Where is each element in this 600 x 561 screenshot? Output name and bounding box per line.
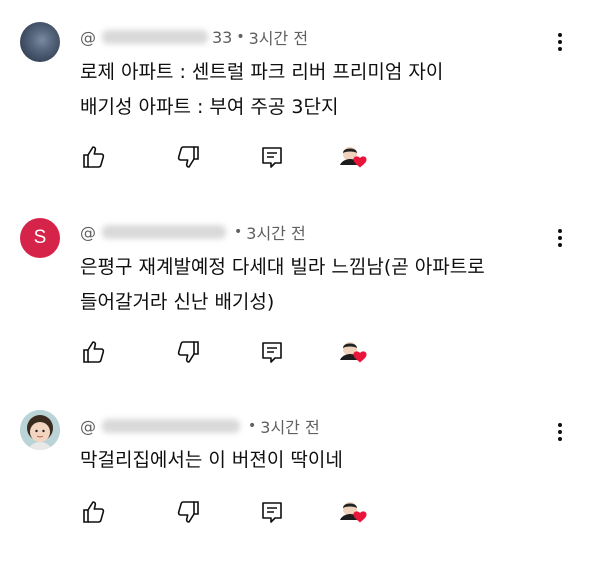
- thumb-up-icon: [83, 341, 105, 363]
- author-handle-tail[interactable]: 33: [212, 28, 232, 47]
- avatar[interactable]: [20, 22, 60, 62]
- comment-line: 은평구 재계발예정 다세대 빌라 느낌남(곧 아파트로: [80, 256, 485, 278]
- like-button[interactable]: [80, 338, 108, 366]
- comment-icon: [262, 502, 282, 523]
- comment-text: 은평구 재계발예정 다세대 빌라 느낌남(곧 아파트로 들어갈거라 신난 배기성…: [80, 250, 485, 320]
- avatar[interactable]: [20, 410, 60, 450]
- comment-text: 로제 아파트 : 센트럴 파크 리버 프리미엄 자이 배기성 아파트 : 부여 …: [80, 55, 443, 125]
- redacted-handle: [102, 225, 226, 239]
- comment-line: 막걸리집에서는 이 버젼이 딱이네: [80, 449, 343, 471]
- child-photo-icon: [20, 410, 60, 450]
- comment-time[interactable]: 3시간 전: [249, 25, 308, 49]
- comment-icon: [262, 342, 282, 363]
- comment-icon: [262, 147, 282, 168]
- thumb-down-icon: [177, 341, 199, 363]
- author-handle-prefix[interactable]: @: [80, 28, 96, 47]
- comment-line: 로제 아파트 : 센트럴 파크 리버 프리미엄 자이: [80, 61, 444, 83]
- comment-actions: [80, 498, 400, 528]
- like-button[interactable]: [80, 498, 108, 526]
- author-handle-prefix[interactable]: @: [80, 223, 96, 242]
- reply-button[interactable]: [258, 143, 286, 171]
- redacted-handle: [102, 419, 240, 433]
- author-handle-prefix[interactable]: @: [80, 417, 96, 436]
- thumb-down-icon: [177, 501, 199, 523]
- like-button[interactable]: [80, 143, 108, 171]
- dislike-button[interactable]: [174, 338, 202, 366]
- creator-heart-icon: [338, 338, 372, 368]
- reply-button[interactable]: [258, 338, 286, 366]
- separator-dot: •: [234, 224, 243, 240]
- comment-actions: [80, 338, 400, 368]
- more-vert-icon[interactable]: [548, 226, 572, 250]
- comment-actions: [80, 143, 400, 173]
- thumb-up-icon: [83, 501, 105, 523]
- thumb-down-icon: [177, 146, 199, 168]
- separator-dot: •: [248, 418, 257, 434]
- reply-button[interactable]: [258, 498, 286, 526]
- comment-line: 들어갈거라 신난 배기성): [80, 291, 275, 313]
- comment-time[interactable]: 3시간 전: [246, 220, 305, 244]
- comment-meta: @ • 3시간 전: [80, 414, 320, 438]
- comment-time[interactable]: 3시간 전: [260, 414, 319, 438]
- comment-meta: @ • 3시간 전: [80, 220, 306, 244]
- comment-text: 막걸리집에서는 이 버젼이 딱이네: [80, 443, 343, 478]
- more-vert-icon[interactable]: [548, 30, 572, 54]
- redacted-handle: [102, 30, 208, 44]
- dislike-button[interactable]: [174, 498, 202, 526]
- creator-heart-icon: [338, 143, 372, 173]
- more-vert-icon[interactable]: [548, 420, 572, 444]
- comment-meta: @ 33 • 3시간 전: [80, 25, 308, 49]
- avatar[interactable]: S: [20, 218, 60, 258]
- creator-heart-icon: [338, 498, 372, 528]
- separator-dot: •: [236, 29, 245, 45]
- dislike-button[interactable]: [174, 143, 202, 171]
- thumb-up-icon: [83, 146, 105, 168]
- comment-line: 배기성 아파트 : 부여 주공 3단지: [80, 96, 339, 118]
